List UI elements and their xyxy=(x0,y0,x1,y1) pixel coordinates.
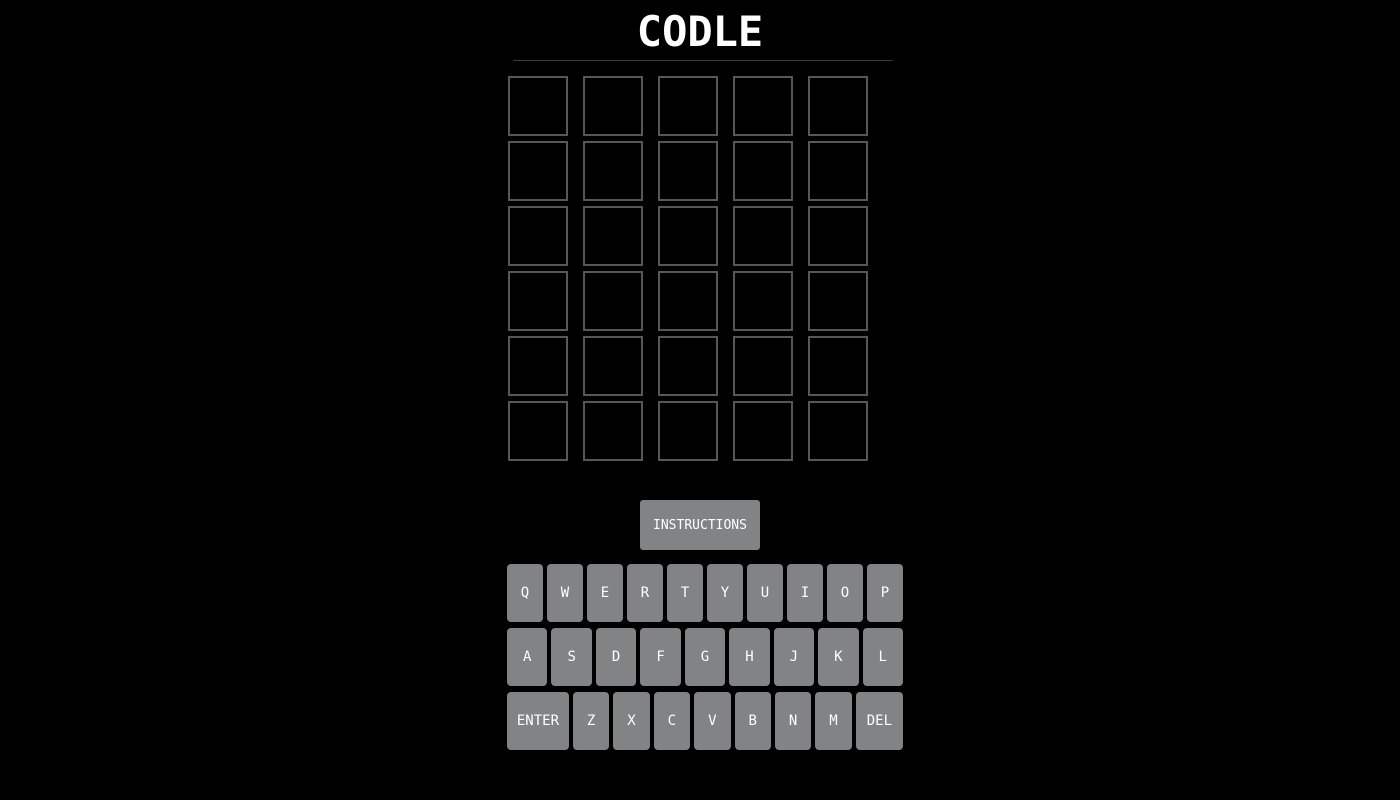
tile xyxy=(733,76,793,136)
key-p[interactable]: P xyxy=(867,564,903,622)
key-q[interactable]: Q xyxy=(507,564,543,622)
guess-board xyxy=(508,76,888,466)
tile xyxy=(733,336,793,396)
key-y[interactable]: Y xyxy=(707,564,743,622)
game-title: CODLE xyxy=(636,7,764,56)
tile xyxy=(583,271,643,331)
board-row-2 xyxy=(508,141,888,201)
tile xyxy=(733,206,793,266)
key-d[interactable]: D xyxy=(595,628,637,686)
tile xyxy=(658,336,718,396)
tile xyxy=(733,141,793,201)
board-row-6 xyxy=(508,401,888,461)
key-t[interactable]: T xyxy=(667,564,703,622)
key-l[interactable]: L xyxy=(862,628,903,686)
key-w[interactable]: W xyxy=(547,564,583,622)
tile xyxy=(808,271,868,331)
tile xyxy=(583,401,643,461)
keyboard-row-2: A S D F G H J K L xyxy=(507,628,903,686)
key-k[interactable]: K xyxy=(818,628,859,686)
key-h[interactable]: H xyxy=(729,628,770,686)
tile xyxy=(508,271,568,331)
key-i[interactable]: I xyxy=(787,564,823,622)
keyboard-row-3: ENTER Z X C V B N M DEL xyxy=(507,692,904,750)
key-g[interactable]: G xyxy=(684,628,726,686)
key-s[interactable]: S xyxy=(551,628,592,686)
tile xyxy=(508,401,568,461)
board-row-3 xyxy=(508,206,888,266)
keyboard-row-1: Q W E R T Y U I O P xyxy=(507,564,903,622)
key-e[interactable]: E xyxy=(587,564,623,622)
tile xyxy=(733,401,793,461)
key-z[interactable]: Z xyxy=(572,692,610,750)
board-row-5 xyxy=(508,336,888,396)
tile xyxy=(658,141,718,201)
tile xyxy=(658,271,718,331)
tile xyxy=(583,206,643,266)
board-row-4 xyxy=(508,271,888,331)
key-n[interactable]: N xyxy=(774,692,812,750)
tile xyxy=(658,76,718,136)
tile xyxy=(508,76,568,136)
tile xyxy=(808,141,868,201)
header-divider xyxy=(513,60,893,61)
tile xyxy=(508,141,568,201)
key-o[interactable]: O xyxy=(827,564,863,622)
board-row-1 xyxy=(508,76,888,136)
key-f[interactable]: F xyxy=(640,628,681,686)
key-v[interactable]: V xyxy=(694,692,731,750)
enter-key[interactable]: ENTER xyxy=(507,692,569,750)
on-screen-keyboard: Q W E R T Y U I O P A S D F G H J K L EN… xyxy=(507,564,904,756)
instructions-button[interactable]: INSTRUCTIONS xyxy=(640,500,760,550)
key-m[interactable]: M xyxy=(815,692,852,750)
tile xyxy=(658,401,718,461)
tile xyxy=(508,206,568,266)
key-u[interactable]: U xyxy=(747,564,783,622)
key-x[interactable]: X xyxy=(613,692,650,750)
key-r[interactable]: R xyxy=(627,564,663,622)
tile xyxy=(808,206,868,266)
tile xyxy=(808,336,868,396)
tile xyxy=(508,336,568,396)
key-j[interactable]: J xyxy=(773,628,815,686)
tile xyxy=(808,76,868,136)
tile xyxy=(658,206,718,266)
key-c[interactable]: C xyxy=(653,692,691,750)
tile xyxy=(733,271,793,331)
tile xyxy=(583,76,643,136)
key-a[interactable]: A xyxy=(507,628,548,686)
tile xyxy=(583,336,643,396)
key-b[interactable]: B xyxy=(734,692,771,750)
delete-key[interactable]: DEL xyxy=(855,692,904,750)
tile xyxy=(583,141,643,201)
tile xyxy=(808,401,868,461)
